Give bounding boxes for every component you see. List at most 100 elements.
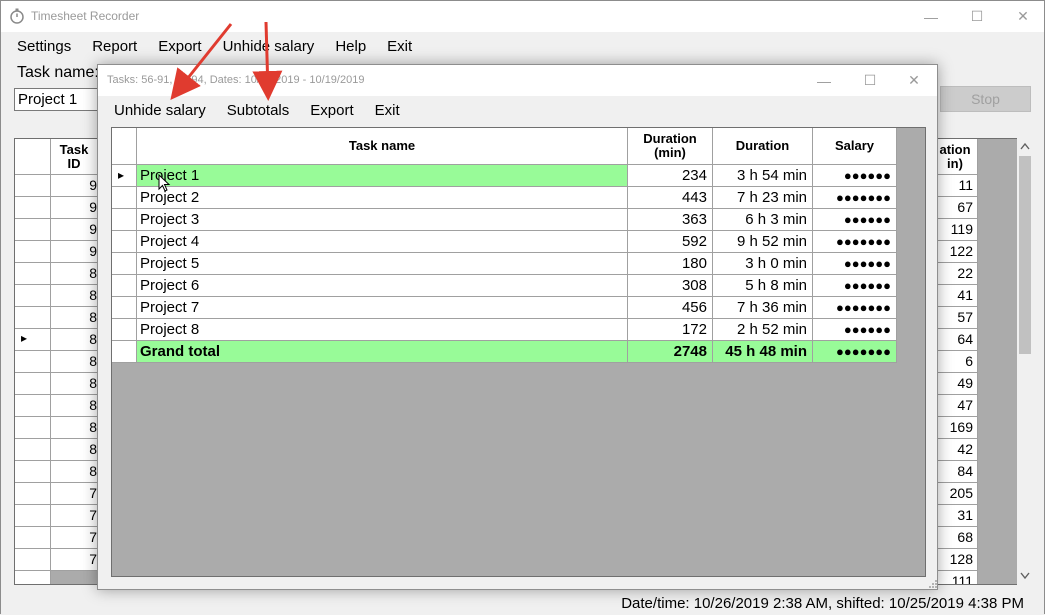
bg-task-id-cell[interactable]: 8 [51, 351, 98, 373]
duration-min-cell[interactable]: 308 [628, 275, 713, 297]
bg-task-id-cell[interactable]: 7 [51, 549, 98, 571]
bg-row-header[interactable]: ▸ [15, 329, 51, 351]
bg-task-id-cell[interactable]: 8 [51, 461, 98, 483]
bg-task-id-cell[interactable]: 9 [51, 175, 98, 197]
bg-row-header[interactable] [15, 549, 51, 571]
bg-row-header[interactable] [15, 219, 51, 241]
scrollbar-thumb[interactable] [1019, 156, 1031, 354]
salary-cell[interactable]: ●●●●●● [813, 319, 897, 341]
task-name-cell[interactable]: Project 3 [137, 209, 628, 231]
bg-duration-min-cell[interactable]: 31 [933, 505, 978, 527]
bg-duration-min-cell[interactable]: 122 [933, 241, 978, 263]
bg-task-id-cell[interactable]: 7 [51, 505, 98, 527]
bg-task-id-cell[interactable]: 8 [51, 417, 98, 439]
bg-task-id-cell[interactable]: 8 [51, 439, 98, 461]
task-name-cell[interactable]: Project 7 [137, 297, 628, 319]
bg-duration-min-cell[interactable]: 57 [933, 307, 978, 329]
bg-duration-min-cell[interactable]: 169 [933, 417, 978, 439]
row-header[interactable] [112, 253, 137, 275]
dialog-menu-exit[interactable]: Exit [364, 98, 410, 122]
salary-cell[interactable]: ●●●●●●● [813, 187, 897, 209]
bg-row-header[interactable] [15, 439, 51, 461]
row-header[interactable]: ▸ [112, 165, 137, 187]
bg-row-header[interactable] [15, 505, 51, 527]
salary-cell[interactable]: ●●●●●● [813, 165, 897, 187]
menu-unhide-salary[interactable]: Unhide salary [212, 34, 325, 60]
task-id-header[interactable]: Task ID [51, 139, 98, 175]
table-row[interactable]: Project 3 363 6 h 3 min ●●●●●● [112, 209, 897, 231]
vertical-scrollbar[interactable] [1017, 138, 1033, 585]
bg-row-header[interactable] [15, 417, 51, 439]
row-header[interactable] [112, 231, 137, 253]
duration-cell[interactable]: 7 h 36 min [713, 297, 813, 319]
bg-row-header[interactable] [15, 461, 51, 483]
bg-duration-min-cell[interactable]: 22 [933, 263, 978, 285]
duration-cell[interactable]: 3 h 54 min [713, 165, 813, 187]
duration-min-cell[interactable]: 443 [628, 187, 713, 209]
row-header[interactable] [112, 209, 137, 231]
bg-row-header[interactable] [15, 241, 51, 263]
dialog-menu-unhide-salary[interactable]: Unhide salary [103, 98, 216, 122]
bg-task-id-cell[interactable]: 9 [51, 219, 98, 241]
salary-cell[interactable]: ●●●●●●● [813, 341, 897, 363]
bg-duration-min-cell[interactable]: 128 [933, 549, 978, 571]
duration-min-cell[interactable]: 234 [628, 165, 713, 187]
bg-duration-min-cell[interactable]: 42 [933, 439, 978, 461]
row-header[interactable] [112, 297, 137, 319]
duration-min-cell[interactable]: 2748 [628, 341, 713, 363]
bg-duration-min-cell[interactable]: 67 [933, 197, 978, 219]
table-row[interactable]: Project 7 456 7 h 36 min ●●●●●●● [112, 297, 897, 319]
dialog-close-button[interactable]: ✕ [891, 65, 937, 96]
bg-task-id-cell[interactable]: 7 [51, 527, 98, 549]
bg-row-header[interactable] [15, 307, 51, 329]
minimize-button[interactable]: — [908, 1, 954, 32]
duration-min-cell[interactable]: 363 [628, 209, 713, 231]
duration-cell[interactable]: 6 h 3 min [713, 209, 813, 231]
bg-task-id-cell[interactable]: 8 [51, 285, 98, 307]
row-header[interactable] [112, 341, 137, 363]
bg-duration-min-cell[interactable]: 11 [933, 175, 978, 197]
task-name-cell[interactable]: Project 4 [137, 231, 628, 253]
table-row[interactable]: Project 2 443 7 h 23 min ●●●●●●● [112, 187, 897, 209]
duration-cell[interactable]: 2 h 52 min [713, 319, 813, 341]
duration-min-cell[interactable]: 592 [628, 231, 713, 253]
bg-row-header[interactable] [15, 351, 51, 373]
bg-duration-min-cell[interactable]: 41 [933, 285, 978, 307]
bg-task-id-cell[interactable]: 9 [51, 197, 98, 219]
bg-row-header[interactable] [15, 395, 51, 417]
row-header[interactable] [112, 319, 137, 341]
bg-task-id-cell[interactable]: 7 [51, 483, 98, 505]
bg-duration-min-cell[interactable]: 64 [933, 329, 978, 351]
bg-task-id-cell[interactable]: 8 [51, 395, 98, 417]
table-row[interactable]: Project 4 592 9 h 52 min ●●●●●●● [112, 231, 897, 253]
bg-duration-min-cell[interactable]: 111 [933, 571, 978, 584]
bg-task-id-cell[interactable]: 8 [51, 329, 98, 351]
bg-duration-min-cell[interactable]: 68 [933, 527, 978, 549]
duration-cell[interactable]: 45 h 48 min [713, 341, 813, 363]
salary-cell[interactable]: ●●●●●● [813, 253, 897, 275]
menu-help[interactable]: Help [324, 34, 376, 60]
task-name-cell[interactable]: Project 6 [137, 275, 628, 297]
duration-min-cell[interactable]: 180 [628, 253, 713, 275]
row-header[interactable] [112, 187, 137, 209]
duration-min-cell[interactable]: 172 [628, 319, 713, 341]
bg-row-header[interactable] [15, 571, 51, 584]
bg-row-header[interactable] [15, 373, 51, 395]
duration-min-header[interactable]: ation in) [933, 139, 978, 175]
table-row[interactable]: Project 5 180 3 h 0 min ●●●●●● [112, 253, 897, 275]
stop-button[interactable]: Stop [940, 86, 1031, 112]
bg-row-header[interactable] [15, 483, 51, 505]
bg-duration-min-cell[interactable]: 47 [933, 395, 978, 417]
salary-cell[interactable]: ●●●●●● [813, 209, 897, 231]
menu-settings[interactable]: Settings [1, 34, 81, 60]
salary-cell[interactable]: ●●●●●●● [813, 297, 897, 319]
row-header[interactable] [112, 275, 137, 297]
duration-header[interactable]: Duration [713, 128, 813, 165]
task-name-cell[interactable]: Grand total [137, 341, 628, 363]
salary-cell[interactable]: ●●●●●●● [813, 231, 897, 253]
resize-grip-icon[interactable] [926, 577, 938, 589]
menu-report[interactable]: Report [81, 34, 147, 60]
task-name-cell[interactable]: Project 1 [137, 165, 628, 187]
duration-cell[interactable]: 9 h 52 min [713, 231, 813, 253]
table-row[interactable]: Project 6 308 5 h 8 min ●●●●●● [112, 275, 897, 297]
